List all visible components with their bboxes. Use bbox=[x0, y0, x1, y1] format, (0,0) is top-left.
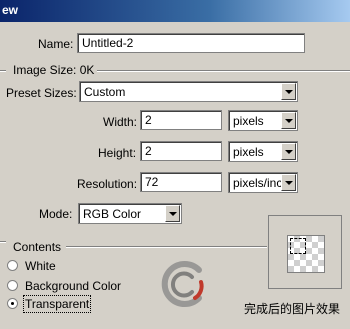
width-label: Width: bbox=[103, 115, 138, 129]
mode-label: Mode: bbox=[39, 207, 73, 221]
white-radio-label[interactable]: White bbox=[25, 259, 56, 273]
contents-divider bbox=[66, 246, 267, 248]
image-size-divider bbox=[97, 70, 350, 72]
preview-caption: 完成后的图片效果 bbox=[244, 302, 341, 316]
preset-sizes-select[interactable]: Custom bbox=[79, 81, 298, 102]
width-unit-select[interactable]: pixels bbox=[228, 110, 298, 131]
chevron-down-icon[interactable] bbox=[281, 83, 296, 100]
contents-divider-left bbox=[0, 241, 6, 243]
contents-label: Contents bbox=[13, 240, 62, 254]
name-input[interactable]: Untitled-2 bbox=[77, 33, 305, 53]
transparent-image-thumbnail bbox=[287, 235, 325, 273]
height-input[interactable]: 2 bbox=[140, 141, 222, 161]
watermark-logo bbox=[161, 261, 204, 307]
resolution-unit-select[interactable]: pixels/inch bbox=[228, 172, 298, 193]
transparent-radio[interactable] bbox=[7, 298, 18, 309]
transparent-radio-label[interactable]: Transparent bbox=[22, 295, 92, 313]
name-label: Name: bbox=[38, 37, 74, 51]
image-size-label: Image Size: 0K bbox=[13, 63, 95, 77]
dialog-title: ew bbox=[2, 3, 19, 17]
mode-select[interactable]: RGB Color bbox=[78, 203, 182, 224]
resolution-input[interactable]: 72 bbox=[140, 172, 222, 192]
result-preview-panel bbox=[268, 215, 342, 289]
preset-sizes-value: Custom bbox=[84, 85, 126, 99]
image-size-divider-left bbox=[0, 70, 6, 72]
height-unit-select[interactable]: pixels bbox=[228, 141, 298, 162]
width-unit-value: pixels bbox=[233, 114, 264, 128]
chevron-down-icon[interactable] bbox=[281, 174, 296, 191]
height-unit-value: pixels bbox=[233, 145, 264, 159]
dialog-titlebar[interactable]: ew bbox=[0, 0, 350, 22]
chevron-down-icon[interactable] bbox=[281, 112, 296, 129]
mode-value: RGB Color bbox=[83, 207, 142, 221]
preset-sizes-label: Preset Sizes: bbox=[6, 86, 77, 100]
background-color-radio[interactable] bbox=[7, 280, 18, 291]
chevron-down-icon[interactable] bbox=[281, 143, 296, 160]
height-label: Height: bbox=[98, 146, 137, 160]
chevron-down-icon[interactable] bbox=[165, 205, 180, 222]
white-radio[interactable] bbox=[7, 260, 18, 271]
resolution-label: Resolution: bbox=[77, 177, 138, 191]
width-input[interactable]: 2 bbox=[140, 110, 222, 130]
background-color-radio-label[interactable]: Background Color bbox=[25, 279, 121, 293]
